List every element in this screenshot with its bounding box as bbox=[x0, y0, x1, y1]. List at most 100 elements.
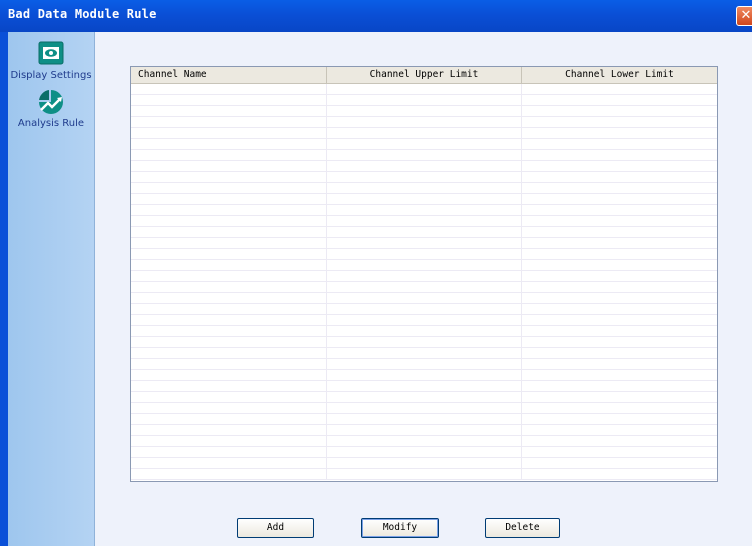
table-row-empty bbox=[131, 348, 717, 359]
table-row-empty bbox=[131, 436, 717, 447]
table-cell-empty bbox=[131, 282, 327, 293]
table-cell-empty bbox=[327, 293, 522, 304]
eye-icon bbox=[38, 41, 64, 65]
table-cell-empty bbox=[327, 370, 522, 381]
table-cell-empty bbox=[522, 139, 717, 150]
table-cell-empty bbox=[327, 392, 522, 403]
table-cell-empty bbox=[327, 117, 522, 128]
table-cell-empty bbox=[131, 161, 327, 172]
table-cell-empty bbox=[522, 359, 717, 370]
table-cell-empty bbox=[327, 128, 522, 139]
close-button[interactable]: ✕ bbox=[736, 6, 752, 26]
table-row-empty bbox=[131, 117, 717, 128]
table-row-empty bbox=[131, 392, 717, 403]
table-cell-empty bbox=[327, 205, 522, 216]
chart-arrow-icon bbox=[39, 90, 63, 114]
table-cell-empty bbox=[522, 392, 717, 403]
table-cell-empty bbox=[327, 95, 522, 106]
table-cell-empty bbox=[131, 403, 327, 414]
table-cell-empty bbox=[131, 392, 327, 403]
table-cell-empty bbox=[131, 95, 327, 106]
table-cell-empty bbox=[522, 194, 717, 205]
table-cell-empty bbox=[522, 205, 717, 216]
table-cell-empty bbox=[131, 370, 327, 381]
table-row-empty bbox=[131, 403, 717, 414]
table-row-empty bbox=[131, 205, 717, 216]
table-cell-empty bbox=[327, 447, 522, 458]
table-cell-empty bbox=[131, 172, 327, 183]
table-cell-empty bbox=[327, 216, 522, 227]
table-cell-empty bbox=[131, 381, 327, 392]
table-cell-empty bbox=[522, 172, 717, 183]
table-cell-empty bbox=[327, 469, 522, 480]
table-cell-empty bbox=[522, 381, 717, 392]
table-cell-empty bbox=[522, 458, 717, 469]
table-cell-empty bbox=[131, 128, 327, 139]
table-cell-empty bbox=[131, 216, 327, 227]
sidebar-item-label: Analysis Rule bbox=[17, 118, 85, 129]
table-cell-empty bbox=[522, 227, 717, 238]
table-cell-empty bbox=[327, 150, 522, 161]
table-cell-empty bbox=[327, 139, 522, 150]
table-cell-empty bbox=[131, 205, 327, 216]
table-row-empty bbox=[131, 249, 717, 260]
table-cell-empty bbox=[327, 271, 522, 282]
table-cell-empty bbox=[131, 117, 327, 128]
table-row-empty bbox=[131, 172, 717, 183]
table-cell-empty bbox=[522, 337, 717, 348]
window-frame-left bbox=[0, 32, 8, 546]
table-cell-empty bbox=[522, 95, 717, 106]
column-header-channel-lower-limit[interactable]: Channel Lower Limit bbox=[522, 67, 717, 83]
table-cell-empty bbox=[522, 414, 717, 425]
table-cell-empty bbox=[522, 403, 717, 414]
add-button[interactable]: Add bbox=[237, 518, 314, 538]
sidebar: Display Settings Analysis Rule bbox=[8, 32, 95, 546]
table-cell-empty bbox=[131, 348, 327, 359]
close-icon: ✕ bbox=[740, 8, 752, 23]
table-cell-empty bbox=[131, 359, 327, 370]
delete-button[interactable]: Delete bbox=[485, 518, 560, 538]
table-cell-empty bbox=[131, 414, 327, 425]
table-cell-empty bbox=[522, 216, 717, 227]
table-cell-empty bbox=[522, 315, 717, 326]
table-cell-empty bbox=[522, 282, 717, 293]
table-row-empty bbox=[131, 84, 717, 95]
sidebar-item-analysis-rule[interactable]: Analysis Rule bbox=[8, 88, 94, 129]
table-cell-empty bbox=[327, 359, 522, 370]
sidebar-item-label: Display Settings bbox=[10, 70, 92, 81]
table-row-empty bbox=[131, 425, 717, 436]
table-cell-empty bbox=[522, 293, 717, 304]
table-cell-empty bbox=[327, 161, 522, 172]
table-row-empty bbox=[131, 216, 717, 227]
column-header-channel-upper-limit[interactable]: Channel Upper Limit bbox=[327, 67, 522, 83]
channel-table[interactable]: Channel Name Channel Upper Limit Channel… bbox=[130, 66, 718, 482]
table-row-empty bbox=[131, 447, 717, 458]
table-row-empty bbox=[131, 315, 717, 326]
table-body[interactable] bbox=[131, 84, 717, 480]
table-cell-empty bbox=[522, 304, 717, 315]
table-row-empty bbox=[131, 359, 717, 370]
table-cell-empty bbox=[522, 106, 717, 117]
table-cell-empty bbox=[522, 348, 717, 359]
modify-button[interactable]: Modify bbox=[361, 518, 439, 538]
table-cell-empty bbox=[131, 436, 327, 447]
table-cell-empty bbox=[131, 469, 327, 480]
title-bar: Bad Data Module Rule ✕ bbox=[0, 0, 752, 33]
table-cell-empty bbox=[131, 139, 327, 150]
table-cell-empty bbox=[327, 227, 522, 238]
sidebar-item-display-settings[interactable]: Display Settings bbox=[8, 40, 94, 81]
table-cell-empty bbox=[522, 249, 717, 260]
table-cell-empty bbox=[131, 150, 327, 161]
table-cell-empty bbox=[131, 84, 327, 95]
table-cell-empty bbox=[131, 458, 327, 469]
table-cell-empty bbox=[327, 282, 522, 293]
table-cell-empty bbox=[522, 436, 717, 447]
table-cell-empty bbox=[522, 469, 717, 480]
table-cell-empty bbox=[522, 326, 717, 337]
table-cell-empty bbox=[327, 304, 522, 315]
table-cell-empty bbox=[131, 425, 327, 436]
table-cell-empty bbox=[131, 315, 327, 326]
table-cell-empty bbox=[131, 106, 327, 117]
table-cell-empty bbox=[522, 161, 717, 172]
column-header-channel-name[interactable]: Channel Name bbox=[131, 67, 327, 83]
